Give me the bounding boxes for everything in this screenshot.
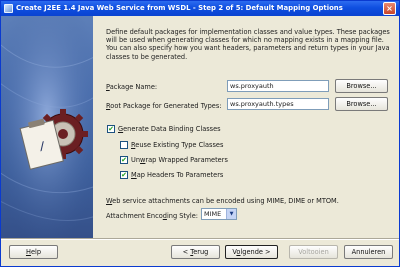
cancel-button[interactable]: Annuleren — [344, 245, 393, 259]
package-name-browse-button[interactable]: Browse... — [335, 79, 388, 93]
wizard-illustration: / — [1, 16, 93, 238]
map-headers-label: Map Headers To Parameters — [131, 171, 224, 179]
footer-separator — [1, 238, 399, 240]
root-package-label: Root Package for Generated Types: — [106, 102, 222, 110]
close-button[interactable]: × — [383, 2, 396, 15]
map-headers-checkbox[interactable]: ✔ — [120, 171, 128, 179]
generate-data-binding-checkbox[interactable]: ✔ — [107, 125, 115, 133]
encoding-style-label: Attachment Encoding Style: — [106, 212, 199, 220]
help-button[interactable]: Help — [9, 245, 58, 259]
unwrap-wrapped-label: Unwrap Wrapped Parameters — [131, 156, 228, 164]
generate-data-binding-label: Generate Data Binding Classes — [118, 125, 221, 133]
chevron-down-icon[interactable]: ▼ — [226, 209, 236, 219]
package-name-input[interactable]: ws.proxyauth — [227, 80, 329, 92]
reuse-existing-label: Reuse Existing Type Classes — [131, 141, 224, 149]
finish-button[interactable]: Voltooien — [289, 245, 338, 259]
root-package-input[interactable]: ws.proxyauth.types — [227, 98, 329, 110]
wizard-window: Create J2EE 1.4 Java Web Service from WS… — [0, 0, 400, 267]
wizard-illustration-graphic: / — [1, 16, 93, 238]
reuse-existing-checkbox[interactable] — [120, 141, 128, 149]
attachments-note: Web service attachments can be encoded u… — [106, 197, 339, 205]
window-title: Create J2EE 1.4 Java Web Service from WS… — [16, 4, 343, 12]
title-bar[interactable]: Create J2EE 1.4 Java Web Service from WS… — [1, 1, 399, 16]
root-package-browse-button[interactable]: Browse... — [335, 97, 388, 111]
encoding-style-value: MIME — [204, 210, 222, 218]
back-button[interactable]: < Terug — [171, 245, 220, 259]
next-button[interactable]: Volgende > — [225, 245, 278, 259]
encoding-style-select[interactable]: MIME ▼ — [201, 208, 237, 220]
unwrap-wrapped-checkbox[interactable]: ✔ — [120, 156, 128, 164]
package-name-label: Package Name: — [106, 83, 158, 91]
app-icon — [4, 4, 13, 13]
step-description: Define default packages for implementati… — [106, 28, 390, 61]
